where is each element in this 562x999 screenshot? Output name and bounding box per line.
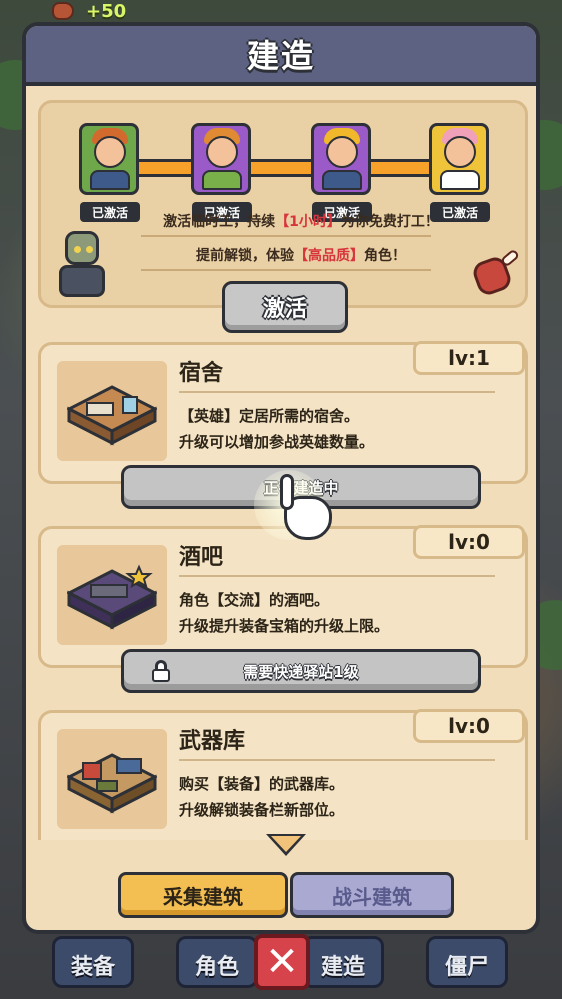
close-icon: ✕ [265,939,299,985]
building-card-dormitory: 宿舍 【英雄】定居所需的宿舍。 升级可以增加参战英雄数量。 lv:1 正在建造中 [38,341,528,509]
building-desc-2: 升级解锁装备栏新部位。 [179,801,345,819]
building-desc-2: 升级可以增加参战英雄数量。 [179,433,375,451]
building-desc-1: 【英雄】定居所需的宿舍。 [179,407,360,425]
panel-title: 建造 [246,37,315,75]
hero-chain [99,159,479,177]
tab-gathering-buildings[interactable]: 采集建筑 [118,872,288,918]
meat-icon [52,2,74,20]
building-name: 宿舍 [179,361,224,386]
close-button[interactable]: ✕ [254,934,310,990]
building-name: 武器库 [179,729,246,754]
armory-thumbnail [57,729,167,829]
divider [179,759,495,761]
building-card-armory: 武器库 购买【装备】的武器库。 升级解锁装备栏新部位。 lv:0 [38,709,528,840]
resource-gain: +50 [86,1,127,22]
locked-requirement-button[interactable]: 需要快递驿站1级 [121,649,481,693]
meat-icon [470,248,523,299]
divider [179,575,495,577]
activation-line-2: 提前解锁，体验【高品质】角色！ [196,248,406,264]
activate-button[interactable]: 激活 [222,281,348,333]
panel-header: 建造 [26,26,536,86]
activation-card: 已激活 已激活 已激活 已激活 激活临时工，持续【1小时】为你免费打工！ 提前解… [38,100,528,333]
level-badge: lv:0 [413,525,525,559]
nav-build-button[interactable]: 建造 [302,936,384,988]
nav-character-button[interactable]: 角色 [176,936,258,988]
level-badge: lv:1 [413,341,525,375]
building-desc-1: 角色【交流】的酒吧。 [179,591,330,609]
bar-thumbnail [57,545,167,645]
hero-slot-miner[interactable]: 已激活 [311,123,372,222]
hero-slot-scientist[interactable]: 已激活 [429,123,490,222]
divider [179,391,495,393]
building-desc-2: 升级提升装备宝箱的升级上限。 [179,617,390,635]
nav-zombie-button[interactable]: 僵尸 [426,936,508,988]
building-desc-1: 购买【装备】的武器库。 [179,775,345,793]
hero-slot-bearded[interactable]: 已激活 [79,123,140,222]
dormitory-thumbnail [57,361,167,461]
level-badge: lv:0 [413,709,525,743]
scroll-down-icon[interactable] [266,834,306,856]
lock-icon [152,660,170,682]
divider [141,235,431,237]
nav-equipment-button[interactable]: 装备 [52,936,134,988]
tutorial-pointer-icon [254,470,350,566]
hero-slot-elf[interactable]: 已激活 [191,123,252,222]
building-name: 酒吧 [179,545,224,570]
activation-line-1: 激活临时工，持续【1小时】为你免费打工！ [163,214,439,230]
zombie-mascot-icon [53,231,111,301]
tab-combat-buildings[interactable]: 战斗建筑 [290,872,454,918]
divider [141,269,431,271]
